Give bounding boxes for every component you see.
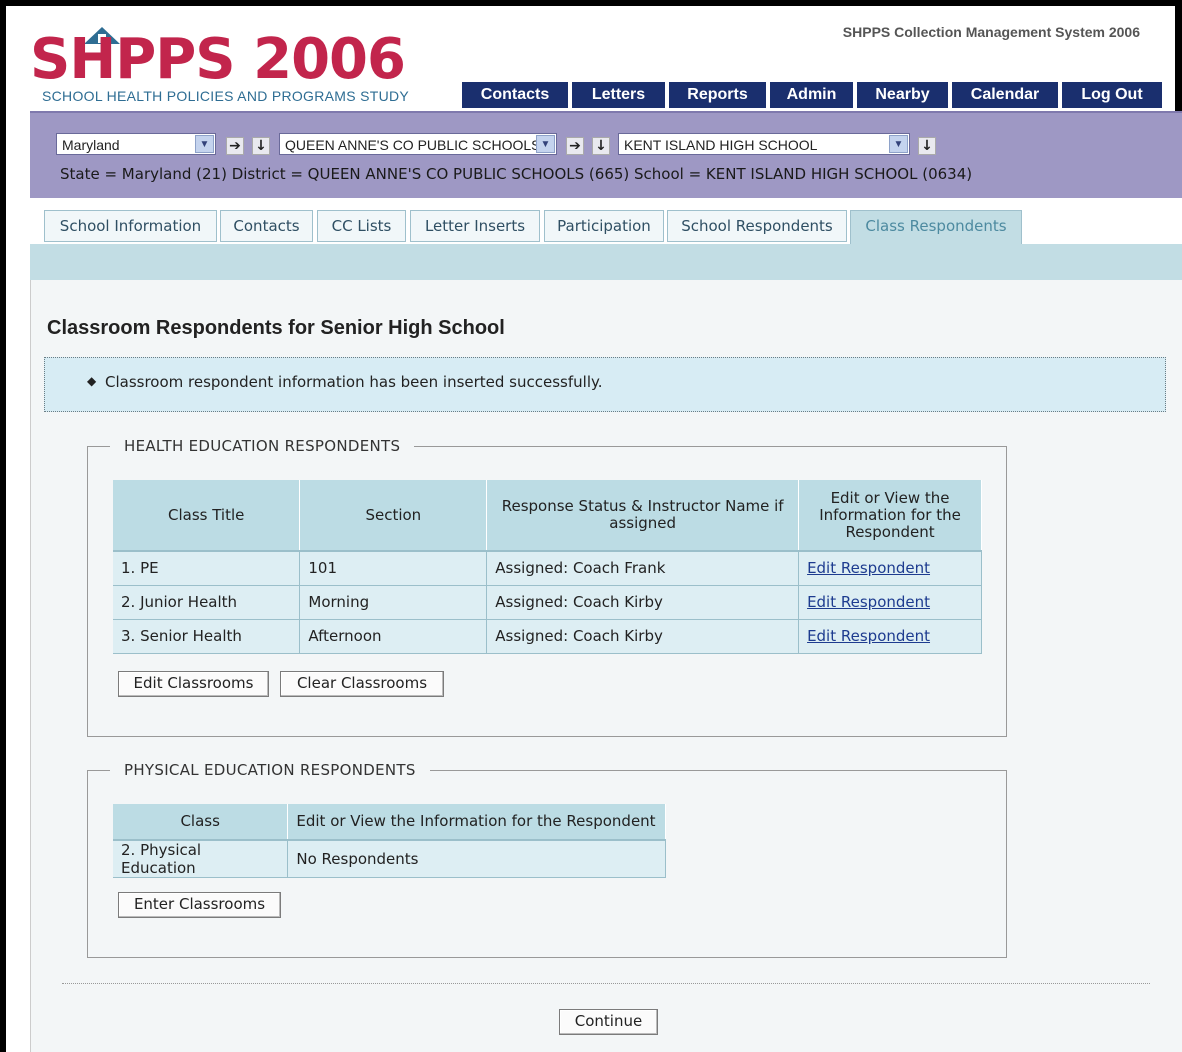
tab-bar: School Information Contacts CC Lists Let… — [30, 198, 1182, 244]
table-row: 1. PE 101 Assigned: Coach Frank Edit Res… — [113, 551, 982, 586]
school-select-value: KENT ISLAND HIGH SCHOOL — [624, 137, 818, 153]
table-row: 3. Senior Health Afternoon Assigned: Coa… — [113, 619, 982, 654]
edit-respondent-link[interactable]: Edit Respondent — [807, 593, 930, 611]
chevron-down-icon: ▼ — [889, 135, 908, 153]
nav-letters[interactable]: Letters — [572, 82, 665, 108]
bullet-icon: ◆ — [87, 374, 97, 388]
shpps-logo: SHPPS 2006 SCHOOL HEALTH POLICIES AND PR… — [30, 24, 450, 108]
chevron-down-icon: ▼ — [195, 135, 214, 153]
nav-log-out[interactable]: Log Out — [1062, 82, 1162, 108]
column-header: Class Title — [113, 480, 301, 552]
nav-admin[interactable]: Admin — [770, 82, 853, 108]
physical-education-table: Class Edit or View the Information for t… — [113, 804, 666, 878]
tab-cc-lists[interactable]: CC Lists — [317, 210, 406, 242]
arrow-right-icon[interactable]: ➔ — [566, 137, 584, 155]
window-edge-left — [0, 0, 6, 1052]
edit-respondent-link[interactable]: Edit Respondent — [807, 559, 930, 577]
table-row: 2. Physical Education No Respondents — [113, 840, 666, 878]
status-cell: Assigned: Coach Kirby — [486, 585, 800, 620]
divider — [62, 983, 1150, 984]
arrow-down-icon[interactable]: ↓ — [918, 137, 936, 155]
chevron-down-icon: ▼ — [536, 135, 555, 153]
success-message: Classroom respondent information has bee… — [105, 373, 603, 391]
class-title-cell: 1. PE — [113, 551, 301, 586]
column-header: Response Status & Instructor Name if ass… — [486, 480, 800, 552]
status-cell: Assigned: Coach Frank — [486, 551, 800, 586]
logo-subtitle: SCHOOL HEALTH POLICIES AND PROGRAMS STUD… — [42, 88, 410, 104]
page-title: Classroom Respondents for Senior High Sc… — [47, 317, 505, 339]
table-row: 2. Junior Health Morning Assigned: Coach… — [113, 585, 982, 620]
column-header: Section — [299, 480, 488, 552]
health-education-legend: HEALTH EDUCATION RESPONDENTS — [110, 437, 415, 455]
school-select[interactable]: KENT ISLAND HIGH SCHOOL ▼ — [618, 133, 910, 155]
selection-status: State = Maryland (21) District = QUEEN A… — [60, 165, 973, 183]
column-header: Edit or View the Information for the Res… — [287, 804, 666, 841]
section-cell: 101 — [299, 551, 488, 586]
window-edge-top — [0, 0, 1182, 6]
tab-class-respondents[interactable]: Class Respondents — [850, 210, 1022, 244]
edit-cell: Edit Respondent — [798, 585, 982, 620]
district-select[interactable]: QUEEN ANNE'S CO PUBLIC SCHOOLS ▼ — [279, 133, 557, 155]
arrow-down-icon[interactable]: ↓ — [592, 137, 610, 155]
column-header: Edit or View the Information for the Res… — [798, 480, 982, 552]
nav-calendar[interactable]: Calendar — [952, 82, 1058, 108]
tab-school-respondents[interactable]: School Respondents — [667, 210, 847, 242]
section-cell: Afternoon — [299, 619, 488, 654]
main-nav: Contacts Letters Reports Admin Nearby Ca… — [462, 82, 1162, 108]
selector-bar: Maryland ▼ ➔ ↓ QUEEN ANNE'S CO PUBLIC SC… — [30, 111, 1182, 200]
tab-strip — [30, 244, 1182, 280]
continue-button[interactable]: Continue — [559, 1009, 658, 1035]
table-header-row: Class Title Section Response Status & In… — [113, 480, 982, 552]
health-education-table: Class Title Section Response Status & In… — [113, 480, 982, 654]
edit-cell: Edit Respondent — [798, 619, 982, 654]
edit-respondent-link[interactable]: Edit Respondent — [807, 627, 930, 645]
nav-reports[interactable]: Reports — [669, 82, 766, 108]
status-cell: Assigned: Coach Kirby — [486, 619, 800, 654]
state-select[interactable]: Maryland ▼ — [56, 133, 216, 155]
column-header: Class — [113, 804, 289, 841]
clear-classrooms-button[interactable]: Clear Classrooms — [280, 671, 444, 697]
section-cell: Morning — [299, 585, 488, 620]
success-message-box: ◆ Classroom respondent information has b… — [44, 357, 1166, 412]
arrow-down-icon[interactable]: ↓ — [252, 137, 270, 155]
logo-wordmark: SHPPS 2006 — [30, 27, 406, 92]
class-cell: 2. Physical Education — [113, 840, 289, 878]
arrow-right-icon[interactable]: ➔ — [226, 137, 244, 155]
tab-school-information[interactable]: School Information — [44, 210, 217, 242]
state-select-value: Maryland — [62, 137, 120, 153]
tab-contacts[interactable]: Contacts — [220, 210, 313, 242]
district-select-value: QUEEN ANNE'S CO PUBLIC SCHOOLS — [285, 137, 541, 153]
enter-classrooms-button[interactable]: Enter Classrooms — [118, 892, 281, 918]
app-title: SHPPS Collection Management System 2006 — [842, 24, 1140, 40]
tab-participation[interactable]: Participation — [544, 210, 664, 242]
edit-cell: Edit Respondent — [798, 551, 982, 586]
table-header-row: Class Edit or View the Information for t… — [113, 804, 666, 841]
tab-letter-inserts[interactable]: Letter Inserts — [410, 210, 540, 242]
info-cell: No Respondents — [287, 840, 666, 878]
nav-contacts[interactable]: Contacts — [462, 82, 568, 108]
nav-nearby[interactable]: Nearby — [857, 82, 948, 108]
class-title-cell: 2. Junior Health — [113, 585, 301, 620]
class-title-cell: 3. Senior Health — [113, 619, 301, 654]
physical-education-legend: PHYSICAL EDUCATION RESPONDENTS — [110, 761, 430, 779]
edit-classrooms-button[interactable]: Edit Classrooms — [118, 671, 269, 697]
